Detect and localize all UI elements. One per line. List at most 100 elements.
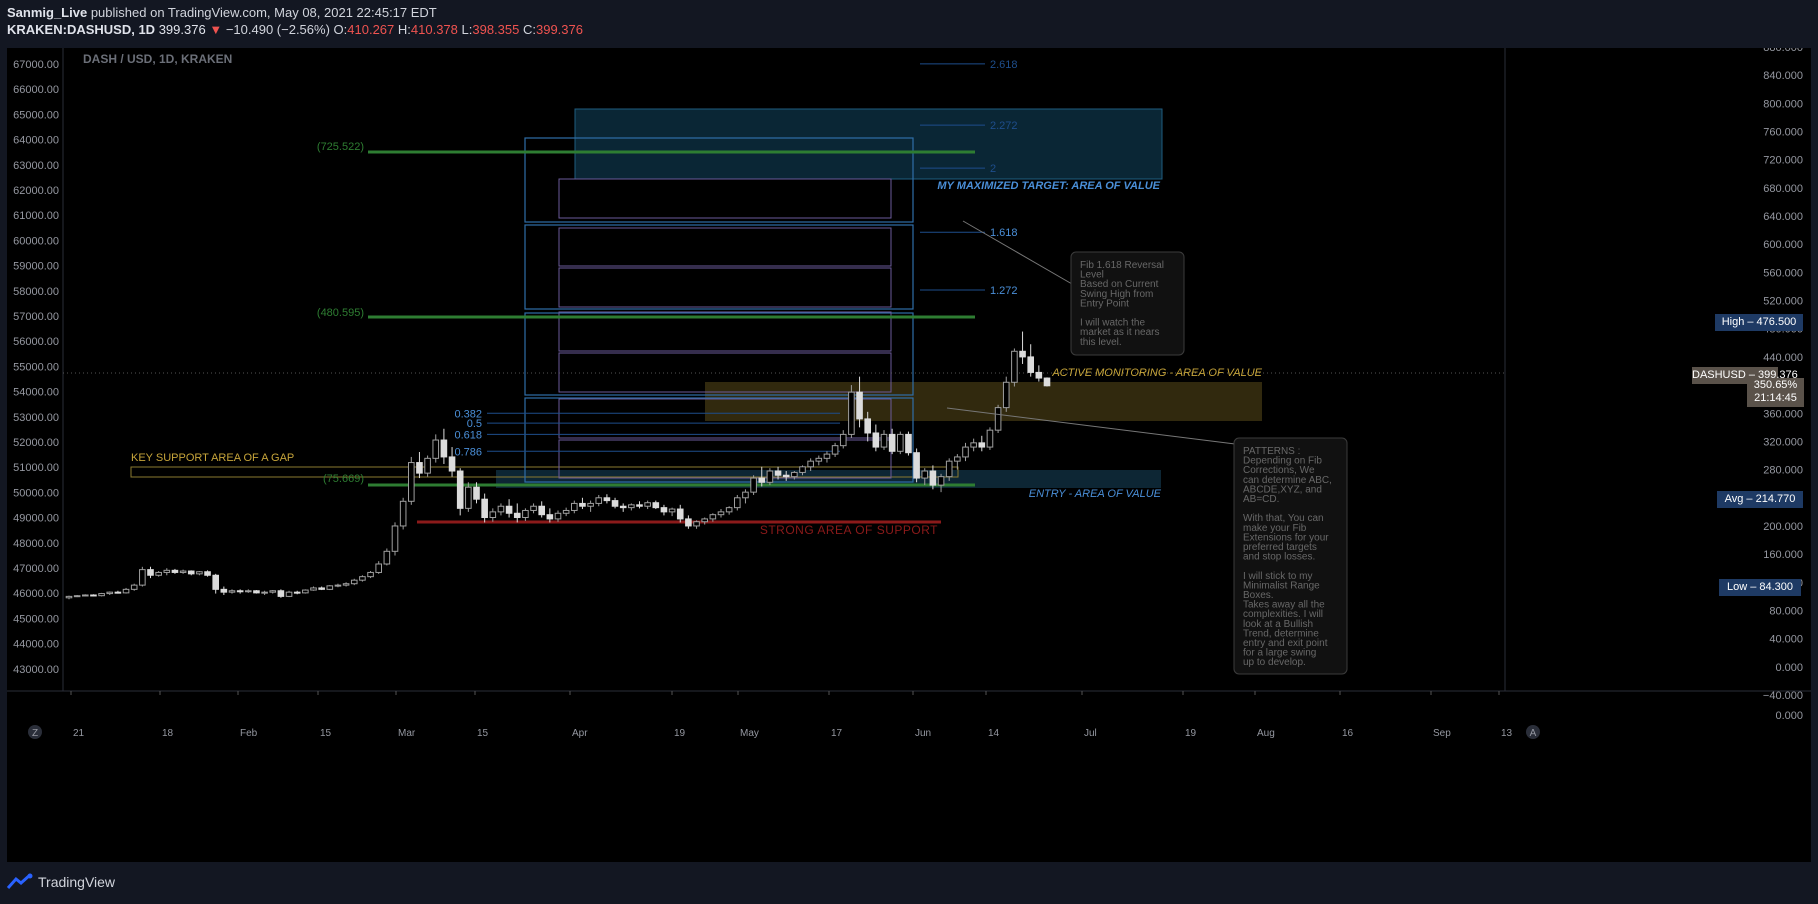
left-axis-tick: 60000.00 (13, 235, 59, 247)
candle-body (782, 474, 790, 478)
time-axis-tick: 19 (674, 728, 686, 739)
strong-support-label: STRONG AREA OF SUPPORT (760, 523, 938, 537)
right-axis-tick: 280.000 (1763, 465, 1803, 477)
right-axis-tick: 640.000 (1763, 211, 1803, 223)
candle-body (668, 508, 676, 513)
candle-body (905, 433, 912, 454)
time-axis-tick: 13 (1501, 728, 1513, 739)
timezone-button-label: Z (32, 728, 38, 739)
candle-body (864, 418, 872, 434)
left-axis-tick: 61000.00 (13, 210, 59, 222)
candle-body (823, 453, 831, 459)
candle-body (978, 442, 986, 448)
tradingview-logo[interactable]: TradingView (6, 873, 115, 891)
candle-body (147, 569, 154, 576)
right-axis-tick: 440.000 (1763, 352, 1803, 364)
author-name[interactable]: Sanmig_Live (7, 5, 87, 20)
green-level-label: (75.669) (323, 473, 364, 485)
candle-body (359, 576, 366, 581)
candle-body (277, 590, 285, 597)
left-axis-tick: 43000.00 (13, 664, 59, 676)
candle-body (530, 505, 537, 511)
chart-canvas[interactable]: 67000.00 66000.00 65000.00 64000.00 63000.00… (7, 48, 1811, 862)
candle-body (937, 476, 945, 486)
right-axis-tick: 880.000 (1763, 48, 1803, 54)
green-level-label: (480.595) (317, 307, 364, 319)
candle-body (538, 505, 546, 516)
right-axis-tick: 800.000 (1763, 98, 1803, 110)
fib-retracement-label: 0.618 (454, 429, 482, 441)
candle-body (220, 588, 228, 593)
time-axis-tick: Sep (1433, 728, 1451, 739)
candle-body (660, 507, 668, 513)
left-axis-tick: 50000.00 (13, 487, 59, 499)
right-axis-tick: 80.000 (1769, 605, 1803, 617)
candle-body (962, 446, 969, 458)
candle-body (1035, 371, 1043, 379)
left-axis-tick: 67000.00 (13, 59, 59, 71)
price-change: −10.490 (−2.56%) (225, 22, 330, 37)
candle-body (1011, 350, 1018, 383)
time-axis-tick: Jul (1084, 728, 1097, 739)
left-axis-tick: 55000.00 (13, 361, 59, 373)
candle-body (839, 433, 847, 447)
candle-body (579, 502, 586, 507)
range-box (524, 224, 914, 310)
left-axis-tick: 56000.00 (13, 336, 59, 348)
candle-body (375, 563, 382, 573)
fib-extension-label: 1.618 (990, 227, 1018, 239)
fib-retracement-label: 0.5 (467, 418, 482, 430)
left-axis-tick: 53000.00 (13, 412, 59, 424)
high-price-label: High – 476.500 (1715, 314, 1803, 331)
candle-body (872, 432, 880, 448)
green-level-label: (725.522) (317, 141, 364, 153)
candle-body (856, 391, 863, 420)
candle-body (611, 500, 619, 507)
candle-body (122, 588, 130, 594)
candle-body (350, 579, 358, 585)
active-monitoring-zone (705, 382, 1262, 421)
last-price: 399.376 (158, 22, 206, 37)
range-sub-box (558, 267, 892, 308)
right-axis-tick: 840.000 (1763, 70, 1803, 82)
time-axis-tick: 19 (1185, 728, 1197, 739)
candle-body (774, 470, 782, 476)
active-monitoring-label: ACTIVE MONITORING - AREA OF VALUE (1051, 367, 1262, 379)
candle-body (945, 460, 953, 478)
right-axis-tick: 40.000 (1769, 634, 1803, 646)
candle-body (245, 590, 252, 593)
high-value: 410.378 (410, 22, 458, 37)
candle-body (1043, 377, 1051, 387)
right-axis-tick: 0.000 (1775, 710, 1803, 722)
last-price-percent: 350.65% (1753, 379, 1798, 391)
candle-body (766, 470, 774, 483)
time-axis-tick: 17 (831, 728, 843, 739)
time-axis-tick: 18 (162, 728, 174, 739)
candle-body (986, 429, 994, 448)
candle-body (424, 457, 431, 474)
target-zone-label: MY MAXIMIZED TARGET: AREA OF VALUE (937, 180, 1160, 192)
candle-body (82, 594, 89, 597)
published-text: published on TradingView.com, May 08, 20… (90, 5, 437, 20)
symbol-name[interactable]: KRAKEN:DASHUSD, 1D (7, 22, 155, 37)
chart-footer: TradingView (0, 862, 1818, 904)
low-price-label: Low – 84.300 (1719, 579, 1801, 596)
avg-price-label: Avg – 214.770 (1717, 491, 1803, 508)
candle-body (130, 584, 138, 590)
candle-body (318, 587, 325, 590)
right-axis-tick: 0.000 (1775, 662, 1803, 674)
low-value: 398.355 (472, 22, 520, 37)
candle-body (848, 391, 855, 435)
right-axis-tick: 160.000 (1763, 549, 1803, 561)
tradingview-logo-icon (6, 873, 33, 889)
candle-body (929, 470, 937, 486)
candle-body (513, 512, 521, 519)
candle-body (505, 505, 513, 514)
auto-scale-button-label: A (1530, 728, 1537, 739)
key-support-label: KEY SUPPORT AREA OF A GAP (131, 452, 294, 464)
candle-body (758, 477, 766, 483)
chart-area[interactable]: 67000.00 66000.00 65000.00 64000.00 63000.00… (7, 48, 1811, 862)
callout-patterns-text: AB=CD. (1243, 494, 1279, 505)
entry-zone-label: ENTRY - AREA OF VALUE (1029, 488, 1162, 500)
candle-body (73, 595, 81, 598)
